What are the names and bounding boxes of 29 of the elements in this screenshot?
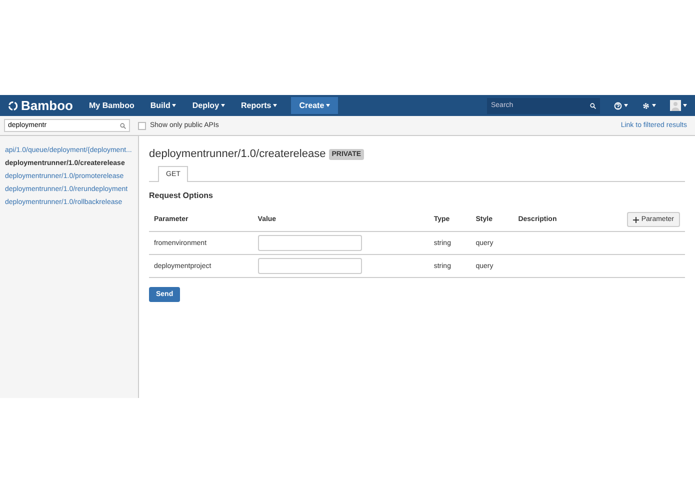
checkbox[interactable]	[138, 122, 146, 130]
avatar-icon	[670, 100, 681, 111]
logo-icon	[8, 100, 18, 110]
search-icon	[590, 102, 596, 108]
nav-menu-item[interactable]: Reports	[235, 101, 284, 110]
nav-menu-item[interactable]: My Bamboo	[83, 101, 140, 110]
nav-menu-item[interactable]: Build	[144, 101, 182, 110]
caret-icon	[221, 104, 226, 107]
caret-icon	[172, 104, 176, 107]
caret-icon	[683, 104, 687, 107]
nav-menu-item[interactable]: Deploy	[186, 101, 232, 110]
caret-icon	[624, 104, 628, 107]
plus-icon	[633, 216, 640, 222]
section-heading: Request Options	[149, 191, 214, 200]
help-icon	[614, 102, 622, 110]
search-icon	[120, 122, 126, 128]
user-menu[interactable]	[670, 100, 687, 111]
settings-icon	[642, 102, 650, 110]
endpoint-title: deploymentrunner/1.0/createrelease	[149, 148, 326, 160]
value-input[interactable]	[258, 258, 362, 274]
bamboo-logo[interactable]: Bamboo	[8, 98, 73, 113]
caret-icon	[652, 104, 656, 107]
settings-menu[interactable]	[642, 102, 656, 110]
logo-text: Bamboo	[21, 98, 73, 113]
help-menu[interactable]	[614, 102, 628, 110]
caret-icon	[326, 104, 330, 107]
caret-icon	[273, 104, 278, 107]
value-input[interactable]	[258, 235, 362, 251]
create-button[interactable]: Create	[291, 97, 338, 114]
